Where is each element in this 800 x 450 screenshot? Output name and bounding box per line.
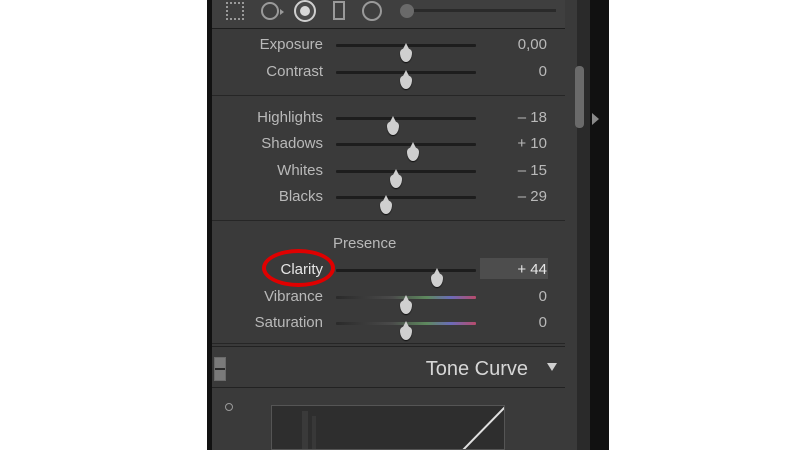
- slider-row-exposure: Exposure 0,00: [212, 32, 565, 62]
- clarity-highlight-annotation: [262, 249, 335, 287]
- section-divider: [212, 343, 565, 344]
- section-divider: [212, 220, 565, 221]
- adjustment-brush-icon[interactable]: [400, 4, 414, 18]
- panel-toggle-switch-icon[interactable]: [214, 357, 226, 381]
- saturation-label: Saturation: [254, 314, 323, 331]
- slider-row-vibrance: Vibrance 0: [212, 284, 565, 314]
- radial-filter-icon[interactable]: [362, 1, 382, 21]
- contrast-label: Contrast: [266, 63, 323, 80]
- contrast-slider[interactable]: [336, 70, 476, 89]
- vibrance-label: Vibrance: [264, 288, 323, 305]
- tone-curve-title: Tone Curve: [425, 358, 528, 380]
- spot-removal-icon[interactable]: [294, 0, 316, 22]
- slider-row-contrast: Contrast 0: [212, 59, 565, 89]
- contrast-value[interactable]: 0: [539, 63, 547, 80]
- tone-curve-graph[interactable]: [271, 405, 505, 450]
- shadows-label: Shadows: [261, 135, 323, 152]
- tone-curve-line[interactable]: [462, 406, 505, 450]
- targeted-adjustment-icon[interactable]: [225, 403, 233, 411]
- saturation-slider[interactable]: [336, 321, 476, 340]
- highlights-slider[interactable]: [336, 116, 476, 135]
- brush-slider-track[interactable]: [414, 9, 556, 12]
- tone-curve-header[interactable]: Tone Curve: [212, 346, 565, 388]
- blacks-slider[interactable]: [336, 195, 476, 214]
- presence-heading: Presence: [333, 235, 397, 252]
- tone-curve-svg: [302, 406, 505, 450]
- slider-row-whites: Whites – 15: [212, 158, 565, 188]
- exposure-value[interactable]: 0,00: [518, 36, 547, 53]
- histogram-bar: [312, 416, 316, 449]
- slider-row-highlights: Highlights – 18: [212, 105, 565, 135]
- blacks-label: Blacks: [278, 188, 323, 205]
- grid-overlay-icon[interactable]: [226, 2, 244, 20]
- highlights-label: Highlights: [257, 109, 323, 126]
- scrollbar-thumb[interactable]: [575, 66, 584, 128]
- slider-row-blacks: Blacks – 29: [212, 184, 565, 214]
- vibrance-slider[interactable]: [336, 295, 476, 314]
- crop-icon[interactable]: [261, 2, 279, 20]
- highlights-value[interactable]: – 18: [518, 109, 547, 126]
- section-divider: [212, 95, 565, 96]
- exposure-label: Exposure: [259, 36, 323, 53]
- whites-slider[interactable]: [336, 169, 476, 188]
- whites-value[interactable]: – 15: [518, 162, 547, 179]
- clarity-value[interactable]: + 44: [517, 261, 547, 278]
- expand-triangle-icon[interactable]: [547, 363, 557, 371]
- exposure-slider[interactable]: [336, 43, 476, 62]
- tone-curve-body: [212, 388, 565, 450]
- shadows-value[interactable]: + 10: [517, 135, 547, 152]
- slider-row-saturation: Saturation 0: [212, 310, 565, 340]
- clarity-slider[interactable]: [336, 268, 476, 287]
- crop-arrow-icon: [280, 9, 284, 15]
- shadows-slider[interactable]: [336, 142, 476, 161]
- saturation-value[interactable]: 0: [539, 314, 547, 331]
- blacks-value[interactable]: – 29: [518, 188, 547, 205]
- slider-row-shadows: Shadows + 10: [212, 131, 565, 161]
- whites-label: Whites: [277, 162, 323, 179]
- tool-strip: [212, 0, 565, 29]
- histogram-bar: [302, 411, 308, 449]
- vibrance-value[interactable]: 0: [539, 288, 547, 305]
- graduated-filter-icon[interactable]: [333, 1, 345, 20]
- collapse-panel-arrow-icon[interactable]: [592, 113, 599, 125]
